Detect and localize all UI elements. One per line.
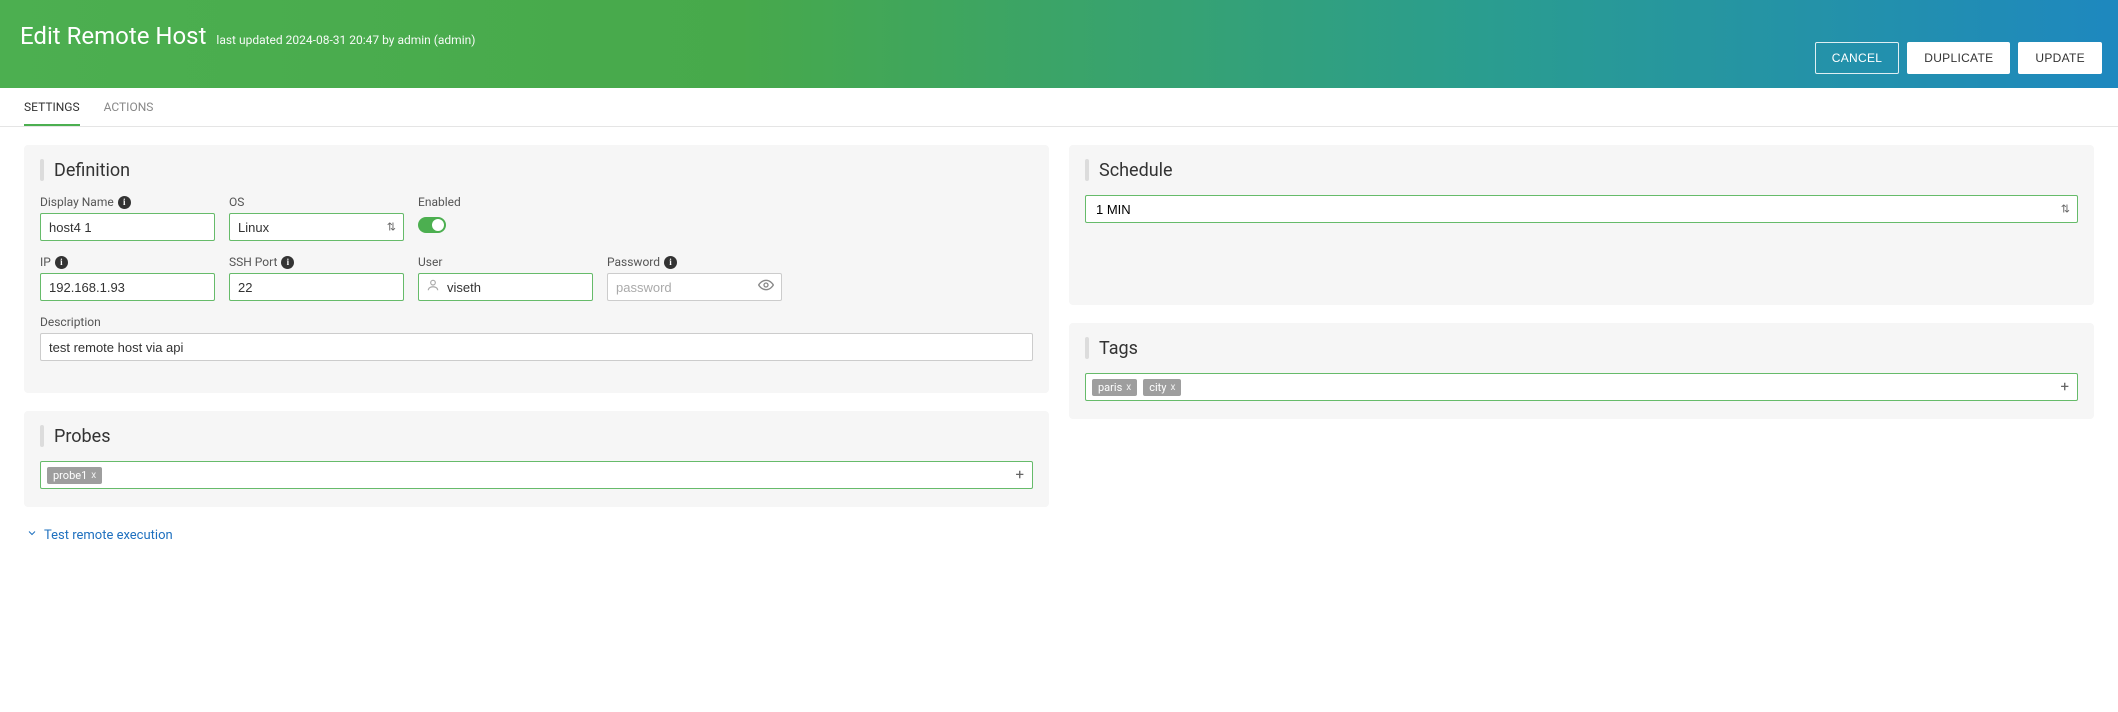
ssh-port-label: SSH Port i <box>229 255 404 269</box>
display-name-label-text: Display Name <box>40 195 114 209</box>
page-header: Edit Remote Host last updated 2024-08-31… <box>0 0 2118 88</box>
duplicate-button[interactable]: DUPLICATE <box>1907 42 2010 74</box>
display-name-label: Display Name i <box>40 195 215 209</box>
tab-actions[interactable]: ACTIONS <box>104 100 154 126</box>
user-input[interactable] <box>418 273 593 301</box>
password-label: Password i <box>607 255 782 269</box>
close-icon[interactable]: x <box>1126 382 1131 393</box>
eye-icon[interactable] <box>758 277 774 297</box>
info-icon[interactable]: i <box>118 196 131 209</box>
cancel-button[interactable]: CANCEL <box>1815 42 1899 74</box>
close-icon[interactable]: x <box>1170 382 1175 393</box>
password-input[interactable] <box>607 273 782 301</box>
os-label: OS <box>229 195 404 209</box>
close-icon[interactable]: x <box>91 470 96 481</box>
panel-accent <box>1085 159 1089 181</box>
ip-input[interactable] <box>40 273 215 301</box>
header-actions: CANCEL DUPLICATE UPDATE <box>1815 42 2102 74</box>
probe-tag-label: probe1 <box>53 469 87 482</box>
tags-panel: Tags paris x city x + <box>1069 323 2094 419</box>
enabled-label: Enabled <box>418 195 461 209</box>
tags-tagbox[interactable]: paris x city x + <box>1085 373 2078 401</box>
ssh-port-input[interactable] <box>229 273 404 301</box>
definition-panel: Definition Display Name i OS Linux <box>24 145 1049 393</box>
password-label-text: Password <box>607 255 660 269</box>
probes-panel: Probes probe1 x + <box>24 411 1049 507</box>
description-input[interactable] <box>40 333 1033 361</box>
tab-settings[interactable]: SETTINGS <box>24 100 80 126</box>
test-remote-execution-label: Test remote execution <box>44 528 173 543</box>
definition-title: Definition <box>54 160 130 181</box>
tag-label: paris <box>1098 381 1122 394</box>
panel-accent <box>40 425 44 447</box>
chevron-down-icon <box>26 527 38 543</box>
info-icon[interactable]: i <box>664 256 677 269</box>
display-name-input[interactable] <box>40 213 215 241</box>
schedule-title: Schedule <box>1099 160 1173 181</box>
ip-label-text: IP <box>40 255 51 269</box>
description-label: Description <box>40 315 1033 329</box>
tags-title: Tags <box>1099 338 1138 359</box>
ip-label: IP i <box>40 255 215 269</box>
test-remote-execution-link[interactable]: Test remote execution <box>26 527 173 543</box>
schedule-panel: Schedule 1 MIN ⇅ <box>1069 145 2094 305</box>
last-updated-timestamp: 2024-08-31 20:47 <box>286 33 379 47</box>
panel-accent <box>1085 337 1089 359</box>
last-updated: last updated 2024-08-31 20:47 by admin (… <box>216 33 475 47</box>
toggle-knob <box>432 219 444 231</box>
last-updated-by-prefix: by <box>382 33 394 47</box>
user-label: User <box>418 255 593 269</box>
last-updated-prefix: last updated <box>216 33 282 47</box>
add-probe-button[interactable]: + <box>1015 468 1024 483</box>
left-column: Definition Display Name i OS Linux <box>24 145 1049 543</box>
update-button[interactable]: UPDATE <box>2018 42 2102 74</box>
right-column: Schedule 1 MIN ⇅ Tags paris x ci <box>1069 145 2094 543</box>
probes-tagbox[interactable]: probe1 x + <box>40 461 1033 489</box>
add-tag-button[interactable]: + <box>2060 380 2069 395</box>
schedule-select[interactable]: 1 MIN <box>1085 195 2078 223</box>
content: Definition Display Name i OS Linux <box>0 127 2118 561</box>
ssh-port-label-text: SSH Port <box>229 255 277 269</box>
last-updated-by: admin (admin) <box>397 33 475 47</box>
enabled-toggle[interactable] <box>418 217 446 233</box>
tag-chip: city x <box>1143 379 1181 396</box>
person-icon <box>426 278 440 296</box>
info-icon[interactable]: i <box>55 256 68 269</box>
os-select[interactable]: Linux <box>229 213 404 241</box>
tag-chip: paris x <box>1092 379 1137 396</box>
tab-bar: SETTINGS ACTIONS <box>0 88 2118 127</box>
page-title: Edit Remote Host <box>20 22 206 50</box>
panel-accent <box>40 159 44 181</box>
tag-label: city <box>1149 381 1166 394</box>
probe-tag: probe1 x <box>47 467 102 484</box>
info-icon[interactable]: i <box>281 256 294 269</box>
probes-title: Probes <box>54 426 111 447</box>
